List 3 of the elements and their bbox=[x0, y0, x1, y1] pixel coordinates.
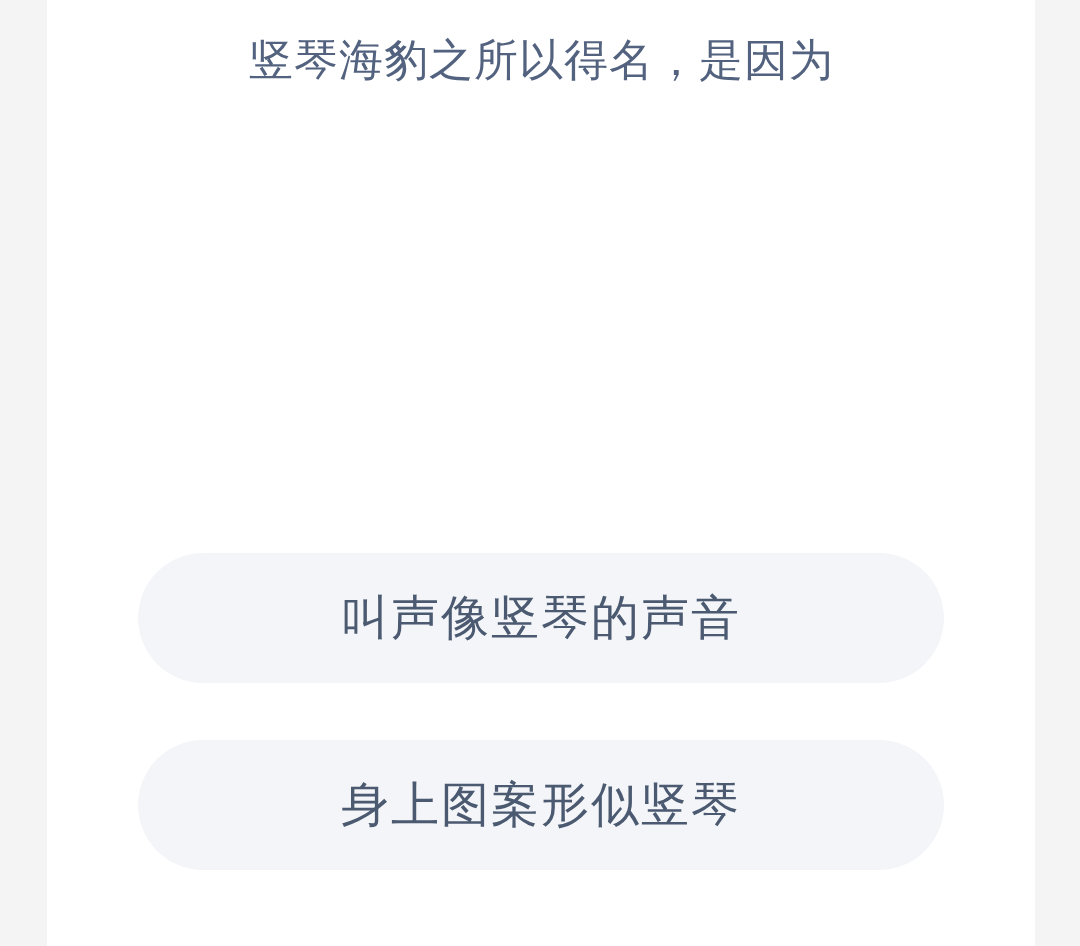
answer-option[interactable]: 叫声像竖琴的声音 bbox=[138, 553, 944, 683]
question-text: 竖琴海豹之所以得名，是因为 bbox=[248, 33, 834, 87]
answer-option[interactable]: 身上图案形似竖琴 bbox=[138, 740, 944, 870]
